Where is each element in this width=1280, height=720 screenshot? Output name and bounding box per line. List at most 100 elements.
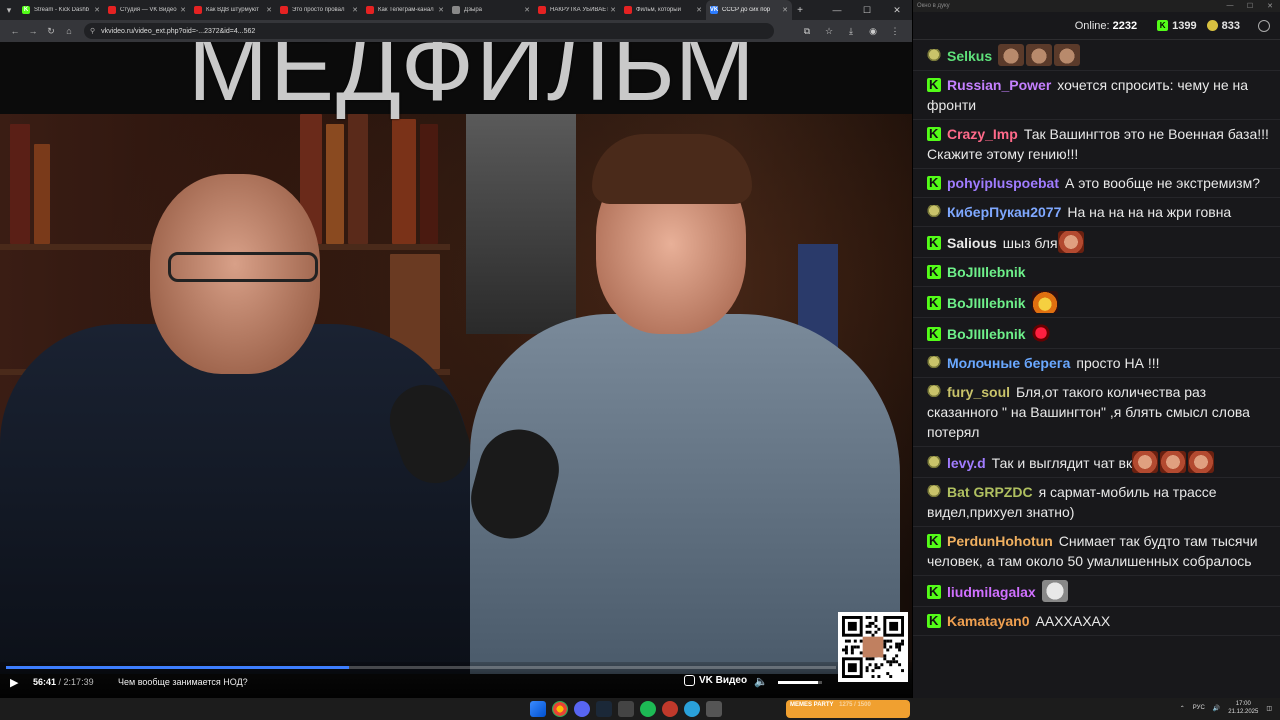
browser-tab[interactable]: Студия — VK Видео ✕ xyxy=(104,0,190,20)
tab-search-icon[interactable]: ▾ xyxy=(0,0,18,20)
language-indicator[interactable]: РУС xyxy=(1193,705,1205,711)
browser-tab[interactable]: Это просто провал ✕ xyxy=(276,0,362,20)
chat-messages: Selkus Russian_Powerхочется спросить: чем… xyxy=(913,40,1280,636)
chat-text: А это вообще не экстремизм? xyxy=(1065,175,1260,191)
new-tab-button[interactable]: + xyxy=(792,5,808,16)
browser-tab[interactable]: Фильм, который ✕ xyxy=(620,0,706,20)
emote-fire-icon xyxy=(1031,291,1058,313)
windows-start-icon[interactable] xyxy=(530,701,546,717)
chat-username[interactable]: Selkus xyxy=(947,48,992,64)
tray-chevron-icon[interactable]: ⌃ xyxy=(1180,705,1185,712)
chat-message: fury_soul Бля,от такого количества раз ск… xyxy=(913,378,1280,447)
online-label: Online: xyxy=(1074,19,1110,32)
minimize-icon[interactable]: — xyxy=(822,5,852,16)
browser-tab[interactable]: Как Телеграм-канал ✕ xyxy=(362,0,448,20)
browser-tab[interactable]: НАКРУТКА УБИВАЕТ ✕ xyxy=(534,0,620,20)
tab-close-icon[interactable]: ✕ xyxy=(524,6,530,14)
pepe-icon xyxy=(1206,20,1218,31)
menu-icon[interactable]: ⋮ xyxy=(884,26,906,37)
chat-username[interactable]: pohyiplusроebat xyxy=(947,175,1059,191)
chat-username[interactable]: Bat GRPZDC xyxy=(947,484,1033,500)
steam-icon[interactable] xyxy=(596,701,612,717)
chat-username[interactable]: Crazy_Imp xyxy=(947,126,1018,142)
overlay-title: МЕДФИЛЬМ xyxy=(188,42,757,121)
play-icon[interactable]: ▶ xyxy=(10,676,18,689)
tab-close-icon[interactable]: ✕ xyxy=(94,6,100,14)
site-info-icon[interactable]: ⚲ xyxy=(90,27,95,35)
maximize-icon[interactable]: ☐ xyxy=(852,5,882,16)
volume-icon[interactable]: 🔈 xyxy=(754,675,768,688)
browser-tab[interactable]: K Stream - Kick Dashb ✕ xyxy=(18,0,104,20)
discord-icon[interactable] xyxy=(574,701,590,717)
chat-username[interactable]: Russian_Power xyxy=(947,77,1051,93)
url-text: vkvideo.ru/video_ext.php?oid=-...2372&id… xyxy=(101,27,256,35)
chat-minimize-icon[interactable]: — xyxy=(1220,2,1240,10)
chat-message: Молочные берега просто НА !!! xyxy=(913,349,1280,378)
bookmark-icon[interactable]: ☆ xyxy=(818,26,840,37)
pepe-badge-icon xyxy=(927,456,941,470)
browser-tab[interactable]: VK СССР до сих пор ✕ xyxy=(706,0,792,20)
tab-close-icon[interactable]: ✕ xyxy=(266,6,272,14)
clock-icon[interactable] xyxy=(1258,19,1270,32)
telegram-icon[interactable] xyxy=(684,701,700,717)
emote-face-icon xyxy=(1132,451,1159,473)
time-display: 56:41 / 2:17:39 xyxy=(33,677,94,687)
emote-red-icon xyxy=(1031,322,1050,344)
chat-username[interactable]: fury_soul xyxy=(947,384,1010,400)
emote-face-icon xyxy=(1057,231,1084,253)
files-icon[interactable] xyxy=(618,701,634,717)
chat-maximize-icon[interactable]: ☐ xyxy=(1240,2,1260,10)
close-window-icon[interactable]: ✕ xyxy=(882,5,912,16)
tab-close-icon[interactable]: ✕ xyxy=(438,6,444,14)
chat-username[interactable]: Salious xyxy=(947,235,997,251)
tab-title: Фильм, который xyxy=(636,7,681,13)
chat-username[interactable]: Kamatayan0 xyxy=(947,613,1030,629)
tab-close-icon[interactable]: ✕ xyxy=(696,6,702,14)
chat-text: Так и выглядит чат вк xyxy=(991,455,1133,471)
player-controls: ▶ 56:41 / 2:17:39 Чем вообще занимается … xyxy=(0,662,912,698)
app-icon[interactable] xyxy=(706,701,722,717)
tab-title: Как ВДВ штурмуют xyxy=(206,7,259,13)
browser-tab[interactable]: Как ВДВ штурмуют ✕ xyxy=(190,0,276,20)
chat-username[interactable]: levy.d xyxy=(947,455,986,471)
chapter-title[interactable]: Чем вообще занимается НОД? xyxy=(118,677,248,687)
home-icon[interactable]: ⌂ xyxy=(60,26,78,36)
tab-close-icon[interactable]: ✕ xyxy=(610,6,616,14)
chat-username[interactable]: liudmilagalax xyxy=(947,584,1036,600)
chat-username[interactable]: BoJIIIlebnik xyxy=(947,264,1026,280)
chat-username[interactable]: Молочные берега xyxy=(947,355,1070,371)
reload-icon[interactable]: ↻ xyxy=(42,26,60,37)
volume-slider[interactable] xyxy=(778,681,822,684)
chat-username[interactable]: BoJIIIlebnik xyxy=(947,295,1026,311)
url-field[interactable]: ⚲ vkvideo.ru/video_ext.php?oid=-...2372&… xyxy=(84,23,774,39)
obs-icon[interactable] xyxy=(662,701,678,717)
spotify-icon[interactable] xyxy=(640,701,656,717)
browser-tab[interactable]: Дзыра ✕ xyxy=(448,0,534,20)
chrome-icon[interactable] xyxy=(552,701,568,717)
tray-clock[interactable]: 17:00 21.12.2025 xyxy=(1228,700,1258,716)
video-player[interactable]: МЕДФИЛЬМ ▶ 56:41 / 2:17:39 Чем вообще за… xyxy=(0,42,912,698)
tab-close-icon[interactable]: ✕ xyxy=(352,6,358,14)
chat-close-icon[interactable]: ✕ xyxy=(1260,2,1280,10)
chat-text: АAXXAXAX xyxy=(1035,613,1111,629)
address-bar: ← → ↻ ⌂ ⚲ vkvideo.ru/video_ext.php?oid=-… xyxy=(0,20,912,42)
chat-username[interactable]: КиберПукан2077 xyxy=(947,204,1061,220)
chat-username[interactable]: PerdunHohotun xyxy=(947,533,1053,549)
chat-message: Russian_Powerхочется спросить: чему не н… xyxy=(913,71,1280,120)
speaker-icon[interactable]: 🔊 xyxy=(1213,705,1220,712)
profile-icon[interactable]: ◉ xyxy=(862,26,884,37)
vk-video-logo[interactable]: VK Видео xyxy=(684,675,747,686)
notifications-icon[interactable]: ◫ xyxy=(1266,705,1272,712)
extensions-icon[interactable]: ⧉ xyxy=(796,26,818,37)
chat-message: КиберПукан2077 На на на на на жри говна xyxy=(913,198,1280,227)
memes-party-widget[interactable]: MEMES PARTY 1275 / 1500 xyxy=(786,700,910,718)
chat-username[interactable]: BoJIIIlebnik xyxy=(947,326,1026,342)
forward-icon[interactable]: → xyxy=(24,26,42,36)
seek-bar[interactable] xyxy=(6,666,836,669)
tab-close-icon[interactable]: ✕ xyxy=(180,6,186,14)
tab-close-icon[interactable]: ✕ xyxy=(782,6,788,14)
system-tray: ⌃ РУС 🔊 17:00 21.12.2025 ◫ xyxy=(1172,700,1272,716)
chat-text: просто НА !!! xyxy=(1076,355,1160,371)
download-icon[interactable]: ⤓ xyxy=(840,26,862,37)
back-icon[interactable]: ← xyxy=(6,26,24,36)
